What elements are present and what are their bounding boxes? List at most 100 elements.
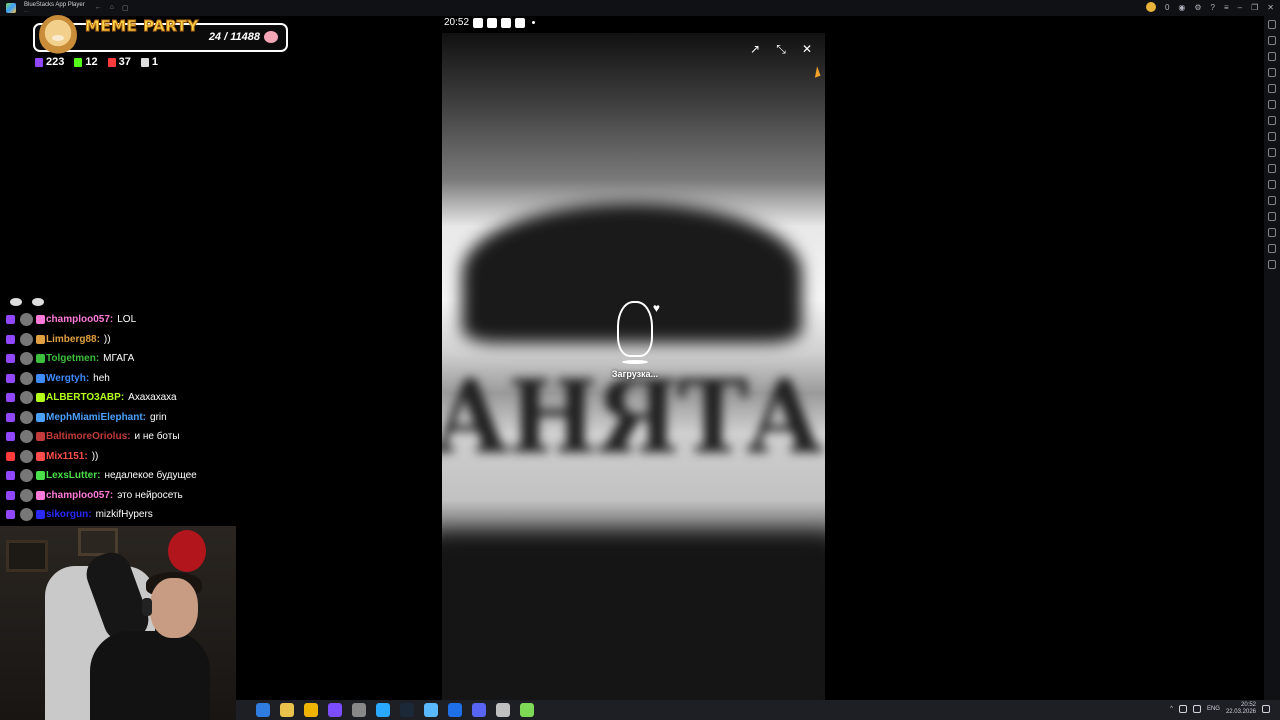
help-icon[interactable]: ? xyxy=(1211,3,1215,12)
avatar xyxy=(20,430,33,444)
emote-icon xyxy=(10,298,22,306)
close-icon[interactable]: ✕ xyxy=(1267,3,1274,12)
trash-icon[interactable] xyxy=(1268,244,1276,253)
keyboard-icon[interactable] xyxy=(1268,52,1276,61)
gamepad-icon[interactable] xyxy=(1268,68,1276,77)
discord-icon[interactable] xyxy=(472,703,486,717)
chat-nick[interactable]: BaltimoreOriolus: xyxy=(46,431,130,442)
eco-mode-icon[interactable] xyxy=(1268,148,1276,157)
chat-nick[interactable]: sikorgun: xyxy=(46,509,92,520)
multi-instance-icon[interactable] xyxy=(1268,132,1276,141)
steam-icon[interactable] xyxy=(400,703,414,717)
twitch-icon xyxy=(6,471,15,481)
avatar xyxy=(20,371,33,385)
headset xyxy=(142,598,152,616)
meme-party-progress: 24 / 11488 xyxy=(208,31,260,43)
install-apk-icon[interactable] xyxy=(1268,212,1276,221)
twitch-icon xyxy=(6,510,15,520)
settings-app-icon[interactable] xyxy=(352,703,366,717)
menu-icon[interactable]: ≡ xyxy=(1224,3,1229,12)
app-subtitle: ... xyxy=(24,8,29,14)
macro-icon[interactable] xyxy=(1268,116,1276,125)
rotate-icon[interactable] xyxy=(1268,196,1276,205)
twitch-icon xyxy=(6,334,15,344)
app-icon[interactable] xyxy=(496,703,510,717)
close-overlay-icon[interactable]: ✕ xyxy=(799,41,815,57)
settings-icon[interactable]: ⚙ xyxy=(1194,3,1201,12)
chat-nick[interactable]: champloo057: xyxy=(46,314,113,325)
minimize-icon[interactable]: – xyxy=(1238,3,1242,12)
bluestacks-taskbar-icon[interactable] xyxy=(520,703,534,717)
open-external-icon[interactable]: ↗ xyxy=(747,41,763,57)
chat-text: LOL xyxy=(117,314,137,326)
collapse-icon[interactable]: ⤡ xyxy=(773,41,789,57)
notification-icon xyxy=(473,17,484,28)
home-icon[interactable]: ⌂ xyxy=(110,4,114,12)
chat-message: champloo057: LOL xyxy=(6,310,236,330)
twitch-icon xyxy=(35,57,43,67)
badge-icon xyxy=(36,412,45,422)
shake-icon[interactable] xyxy=(1268,180,1276,189)
location-icon[interactable] xyxy=(1268,164,1276,173)
avatar xyxy=(20,391,33,405)
avatar xyxy=(20,313,33,327)
streamer-body xyxy=(90,631,210,720)
volume-tray-icon[interactable] xyxy=(1192,705,1201,713)
chat-message: Mix1151:)) xyxy=(6,447,236,467)
network-icon[interactable] xyxy=(1178,705,1187,713)
folder-icon[interactable] xyxy=(1268,228,1276,237)
phone-status-bar: 20:52 xyxy=(444,17,536,28)
obs-icon[interactable] xyxy=(328,703,342,717)
record-icon[interactable] xyxy=(1268,100,1276,109)
chat-nick[interactable]: ALBERTO3ABP: xyxy=(46,392,124,403)
chat-message: ALBERTO3ABP: Ахахахаха xyxy=(6,388,236,408)
avatar xyxy=(20,410,33,424)
folder-icon[interactable] xyxy=(304,703,318,717)
loading-label: Загрузка... xyxy=(611,369,659,379)
chat-text: heh xyxy=(93,372,110,384)
twitch-icon xyxy=(6,373,15,383)
notification-icon xyxy=(515,17,526,28)
fullscreen-icon[interactable] xyxy=(1268,20,1276,29)
chat-text: это нейросеть xyxy=(117,489,183,501)
account-icon[interactable]: ◉ xyxy=(1178,3,1185,12)
clock[interactable]: 20:52 22.03.2026 xyxy=(1226,702,1256,716)
chrome-icon[interactable] xyxy=(376,703,390,717)
chat-nick[interactable]: Limberg88: xyxy=(46,334,100,345)
chat-nick[interactable]: Mix1151: xyxy=(46,451,88,462)
chat-text: МГАГА xyxy=(103,353,135,365)
back-icon[interactable]: ← xyxy=(95,4,102,12)
chat-emotes-row xyxy=(10,294,236,310)
meme-party-widget: MEME PARTY 24 / 11488 xyxy=(33,15,288,55)
badge-icon xyxy=(36,393,45,403)
play-icon[interactable] xyxy=(448,703,462,717)
chat-text: )) xyxy=(91,450,99,462)
volume-icon[interactable] xyxy=(1268,36,1276,45)
clock-time: 20:52 xyxy=(1240,702,1256,708)
avatar xyxy=(20,449,33,463)
chat-nick[interactable]: MephMiamiElephant: xyxy=(46,412,146,423)
file-explorer-icon[interactable] xyxy=(280,703,294,717)
notifications-icon[interactable] xyxy=(1262,705,1270,713)
language-indicator[interactable]: ENG xyxy=(1207,706,1220,712)
tabs-icon[interactable]: ▢ xyxy=(122,4,129,12)
notepad-icon[interactable] xyxy=(424,703,438,717)
twitch-icon xyxy=(6,393,15,403)
pig-icon xyxy=(264,31,278,43)
chat-message: LexsLutter: недалекое будущее xyxy=(6,466,236,486)
chat-nick[interactable]: LexsLutter: xyxy=(46,470,100,481)
clock-date: 22.03.2026 xyxy=(1225,709,1256,715)
chat-nick[interactable]: Wergtyh: xyxy=(46,373,89,384)
screenshot-icon[interactable] xyxy=(1268,84,1276,93)
chat-text: grin xyxy=(150,411,167,423)
restore-icon[interactable]: ❐ xyxy=(1251,3,1258,12)
chat-nick[interactable]: Tolgetmen: xyxy=(46,353,99,364)
twitch-viewer-count: 223 xyxy=(46,56,65,68)
browser-icon[interactable] xyxy=(256,703,270,717)
chat-nick[interactable]: champloo057: xyxy=(46,490,113,501)
blurred-video-shape xyxy=(442,533,825,700)
chevron-up-icon[interactable]: ^ xyxy=(1170,706,1173,712)
balloon xyxy=(168,530,206,572)
phone-screen[interactable]: АНЯТА ↗ ⤡ ✕ Загрузка... xyxy=(442,33,825,700)
layers-icon[interactable] xyxy=(1268,260,1276,269)
